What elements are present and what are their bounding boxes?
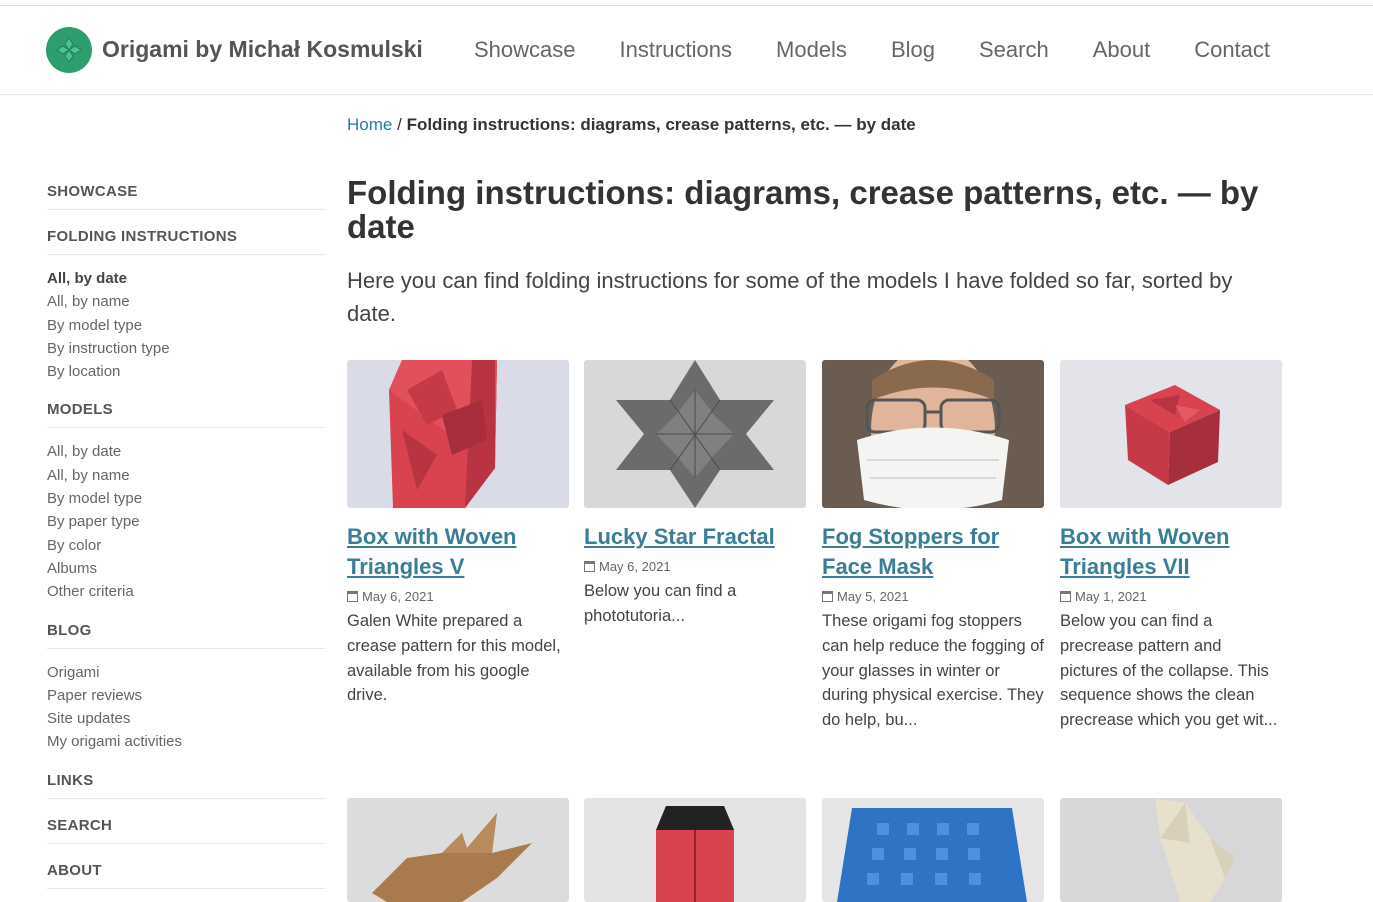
sidebar-heading-search[interactable]: SEARCH — [47, 807, 325, 844]
instruction-card: Fog Stoppers for Face Mask May 5, 2021 T… — [822, 360, 1044, 733]
card-date-text: May 1, 2021 — [1075, 589, 1147, 604]
sidebar-heading-models[interactable]: MODELS — [47, 391, 325, 429]
nav-search[interactable]: Search — [979, 37, 1049, 63]
sidebar-item-by-model-type[interactable]: By model type — [47, 314, 325, 337]
instruction-card — [347, 798, 569, 902]
card-date-text: May 6, 2021 — [362, 589, 434, 604]
sidebar-item-blog-paper-reviews[interactable]: Paper reviews — [47, 684, 325, 707]
main-nav: Showcase Instructions Models Blog Search… — [474, 37, 1314, 63]
sidebar-instructions-list: All, by date All, by name By model type … — [47, 263, 325, 391]
sidebar-heading-links[interactable]: LINKS — [47, 762, 325, 799]
sidebar-item-models-by-model-type[interactable]: By model type — [47, 487, 325, 510]
calendar-icon — [1060, 591, 1071, 602]
sidebar-item-all-by-name[interactable]: All, by name — [47, 290, 325, 313]
sidebar-item-by-instruction-type[interactable]: By instruction type — [47, 337, 325, 360]
card-title-link[interactable]: Box with Woven Triangles VII — [1060, 522, 1282, 582]
nav-blog[interactable]: Blog — [891, 37, 935, 63]
nav-showcase[interactable]: Showcase — [474, 37, 576, 63]
calendar-icon — [584, 561, 595, 572]
card-thumbnail[interactable] — [584, 798, 806, 902]
calendar-icon — [822, 591, 833, 602]
card-excerpt: Galen White prepared a crease pattern fo… — [347, 612, 561, 705]
sidebar-heading-showcase[interactable]: SHOWCASE — [47, 172, 325, 210]
instruction-card: Box with Woven Triangles V May 6, 2021 G… — [347, 360, 569, 708]
card-date: May 5, 2021 — [822, 589, 1044, 604]
sidebar-heading-about[interactable]: ABOUT — [47, 852, 325, 889]
breadcrumb: Home / Folding instructions: diagrams, c… — [347, 115, 916, 135]
card-excerpt: Below you can find a phototutoria... — [584, 582, 737, 625]
sidebar: SHOWCASE FOLDING INSTRUCTIONS All, by da… — [47, 172, 325, 897]
instruction-card: Box with Woven Triangles VII May 1, 2021… — [1060, 360, 1282, 733]
instruction-card — [584, 798, 806, 902]
nav-instructions[interactable]: Instructions — [620, 37, 733, 63]
sidebar-item-blog-origami[interactable]: Origami — [47, 661, 325, 684]
card-date-text: May 6, 2021 — [599, 559, 671, 574]
intro-text: Here you can find folding instructions f… — [347, 268, 1233, 326]
site-logo-icon[interactable] — [46, 27, 92, 73]
sidebar-item-models-by-color[interactable]: By color — [47, 534, 325, 557]
breadcrumb-current: Folding instructions: diagrams, crease p… — [406, 115, 916, 134]
card-excerpt: These origami fog stoppers can help redu… — [822, 612, 1045, 730]
page-title: Folding instructions: diagrams, crease p… — [347, 174, 1259, 245]
sidebar-item-blog-site-updates[interactable]: Site updates — [47, 707, 325, 730]
card-title-link[interactable]: Lucky Star Fractal — [584, 522, 806, 552]
nav-about[interactable]: About — [1093, 37, 1151, 63]
sidebar-item-models-other-criteria[interactable]: Other criteria — [47, 580, 325, 603]
instruction-card — [1060, 798, 1282, 902]
card-thumbnail[interactable] — [822, 798, 1044, 902]
card-date: May 1, 2021 — [1060, 589, 1282, 604]
sidebar-blog-list: Origami Paper reviews Site updates My or… — [47, 657, 325, 762]
card-date: May 6, 2021 — [347, 589, 569, 604]
card-thumbnail[interactable] — [822, 360, 1044, 508]
sidebar-item-blog-activities[interactable]: My origami activities — [47, 730, 325, 753]
main-content: Folding instructions: diagrams, crease p… — [347, 176, 1282, 330]
nav-contact[interactable]: Contact — [1194, 37, 1270, 63]
sidebar-models-list: All, by date All, by name By model type … — [47, 436, 325, 611]
card-date-text: May 5, 2021 — [837, 589, 909, 604]
site-title[interactable]: Origami by Michał Kosmulski — [102, 36, 423, 63]
card-thumbnail[interactable] — [584, 360, 806, 508]
sidebar-heading-folding-instructions[interactable]: FOLDING INSTRUCTIONS — [47, 218, 325, 255]
card-thumbnail[interactable] — [347, 360, 569, 508]
nav-models[interactable]: Models — [776, 37, 847, 63]
instruction-card — [822, 798, 1044, 902]
sidebar-item-models-all-by-name[interactable]: All, by name — [47, 464, 325, 487]
card-title-link[interactable]: Box with Woven Triangles V — [347, 522, 569, 582]
card-date: May 6, 2021 — [584, 559, 806, 574]
sidebar-item-models-by-paper-type[interactable]: By paper type — [47, 510, 325, 533]
sidebar-heading-blog[interactable]: BLOG — [47, 612, 325, 649]
card-thumbnail[interactable] — [1060, 798, 1282, 902]
card-thumbnail[interactable] — [347, 798, 569, 902]
breadcrumb-separator: / — [397, 115, 402, 134]
card-thumbnail[interactable] — [1060, 360, 1282, 508]
breadcrumb-home-link[interactable]: Home — [347, 115, 392, 134]
site-header: Origami by Michał Kosmulski Showcase Ins… — [0, 6, 1373, 95]
sidebar-item-all-by-date[interactable]: All, by date — [47, 267, 325, 290]
calendar-icon — [347, 591, 358, 602]
sidebar-item-models-all-by-date[interactable]: All, by date — [47, 440, 325, 463]
sidebar-item-by-location[interactable]: By location — [47, 360, 325, 383]
instruction-card: Lucky Star Fractal May 6, 2021 Below you… — [584, 360, 806, 629]
card-title-link[interactable]: Fog Stoppers for Face Mask — [822, 522, 1044, 582]
sidebar-item-models-albums[interactable]: Albums — [47, 557, 325, 580]
card-excerpt: Below you can find a precrease pattern a… — [1060, 612, 1278, 730]
